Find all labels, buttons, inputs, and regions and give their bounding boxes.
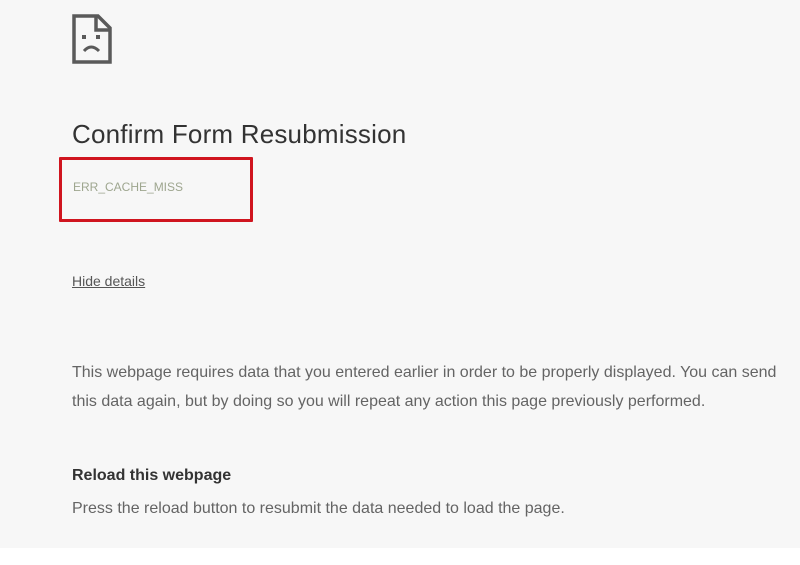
error-explanation: This webpage requires data that you ente… bbox=[72, 364, 777, 410]
hide-details-link[interactable]: Hide details bbox=[72, 273, 145, 289]
sad-document-icon bbox=[72, 14, 112, 64]
error-code-highlight-box bbox=[59, 157, 253, 222]
reload-heading: Reload this webpage bbox=[72, 467, 232, 484]
reload-description: Press the reload button to resubmit the … bbox=[72, 500, 565, 517]
page-title: Confirm Form Resubmission bbox=[72, 119, 407, 149]
error-page: Confirm Form Resubmission ERR_CACHE_MISS… bbox=[0, 0, 800, 548]
